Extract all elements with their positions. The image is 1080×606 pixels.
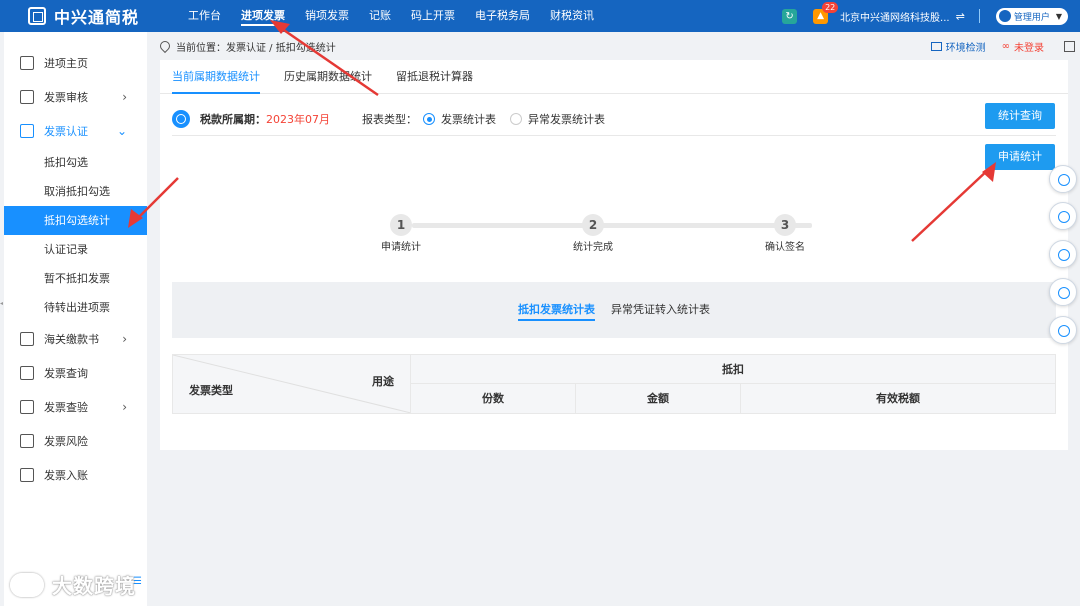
arrow-to-apply-button <box>911 162 996 242</box>
watermark-logo-icon <box>10 572 44 597</box>
arrow-to-nav <box>270 20 379 97</box>
watermark: 大数跨境 <box>10 570 136 599</box>
arrow-to-sidebar <box>128 177 179 228</box>
annotation-arrows <box>128 20 996 242</box>
watermark-text: 大数跨境 <box>52 574 136 598</box>
